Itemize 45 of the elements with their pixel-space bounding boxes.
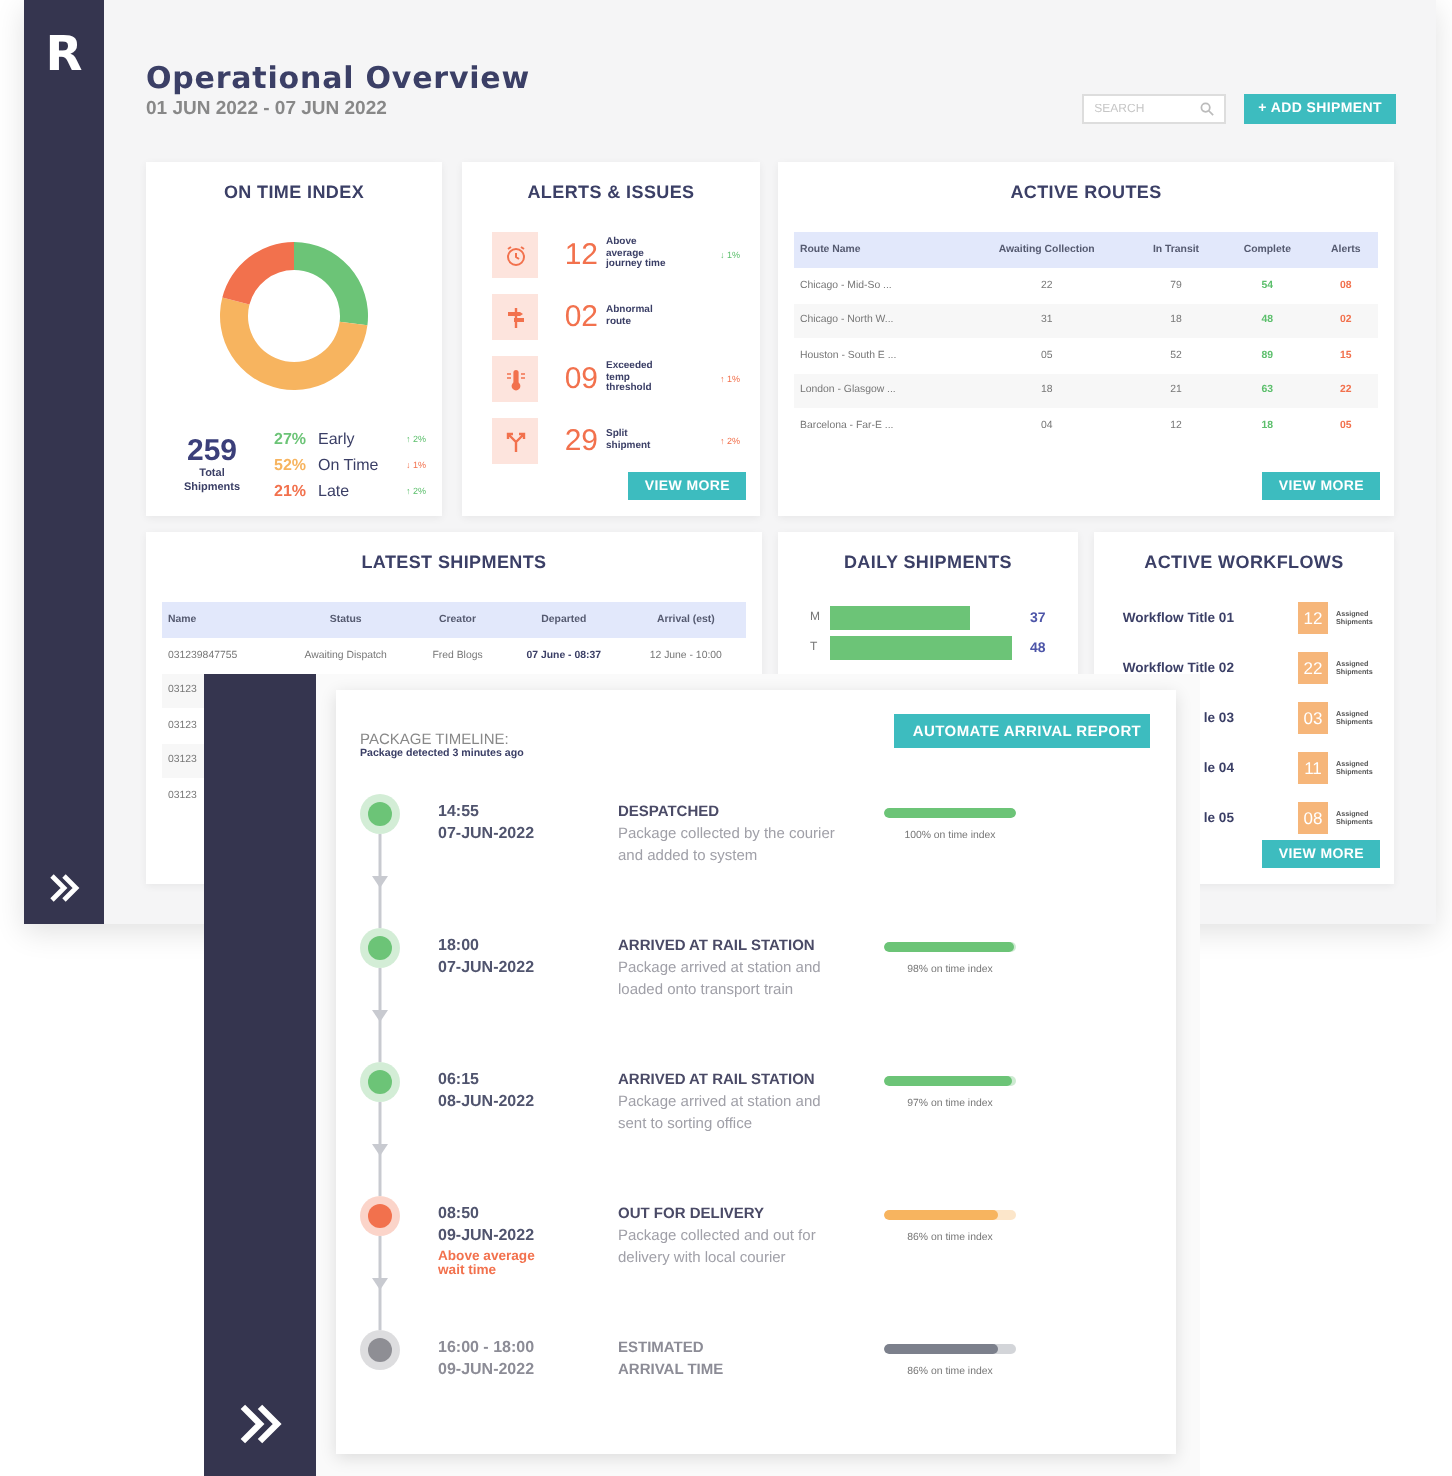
card-title: DAILY SHIPMENTS: [841, 552, 1015, 574]
legend-percent: 52%: [274, 454, 309, 476]
card-title: LATEST SHIPMENTS: [359, 552, 549, 574]
count-badge: 22: [1298, 652, 1328, 684]
legend-label: On Time: [318, 454, 381, 476]
card-title: ACTIVE ROUTES: [1008, 182, 1164, 204]
step-time: 16:00 - 18:00: [438, 1336, 537, 1358]
step-date: 09-JUN-2022: [438, 1358, 537, 1380]
count-badge: 11: [1298, 752, 1328, 784]
step-date: 07-JUN-2022: [438, 822, 537, 844]
card-title: ALERTS & ISSUES: [525, 182, 697, 204]
step-date: 08-JUN-2022: [438, 1090, 537, 1112]
page-title: Operational Overview: [146, 60, 531, 96]
alert-count: 12: [562, 238, 598, 272]
step-time: 14:55: [438, 800, 481, 822]
step-time: 06:15: [438, 1068, 481, 1090]
connector-arrow: [370, 968, 390, 1062]
legend-label: Late: [318, 480, 352, 502]
count-badge: 03: [1298, 702, 1328, 734]
alert-count: 09: [562, 362, 598, 396]
logo: R: [45, 28, 83, 80]
connector-arrow: [370, 1236, 390, 1330]
card-title: ON TIME INDEX: [221, 182, 367, 204]
connector-arrow: [370, 1102, 390, 1196]
thermometer-icon: [492, 356, 538, 402]
count-badge: 08: [1298, 802, 1328, 834]
double-chevron-icon[interactable]: [48, 874, 80, 902]
count-badge: 12: [1298, 602, 1328, 634]
alert-count: 29: [562, 424, 598, 458]
legend-percent: 21%: [274, 480, 309, 502]
connector-arrow: [370, 834, 390, 928]
card-title: ACTIVE WORKFLOWS: [1142, 552, 1346, 574]
legend-label: Early: [318, 428, 357, 450]
step-date: 09-JUN-2022: [438, 1224, 537, 1246]
step-time: 08:50: [438, 1202, 481, 1224]
signpost-icon: [492, 294, 538, 340]
date-range: 01 JUN 2022 - 07 JUN 2022: [146, 96, 389, 122]
legend-percent: 27%: [274, 428, 309, 450]
alert-count: 02: [562, 300, 598, 334]
double-chevron-icon[interactable]: [236, 1404, 284, 1444]
step-date: 07-JUN-2022: [438, 956, 537, 978]
bar: [830, 606, 971, 630]
total-count: 259: [184, 435, 240, 467]
alarm-clock-icon: [492, 232, 538, 278]
step-time: 18:00: [438, 934, 481, 956]
